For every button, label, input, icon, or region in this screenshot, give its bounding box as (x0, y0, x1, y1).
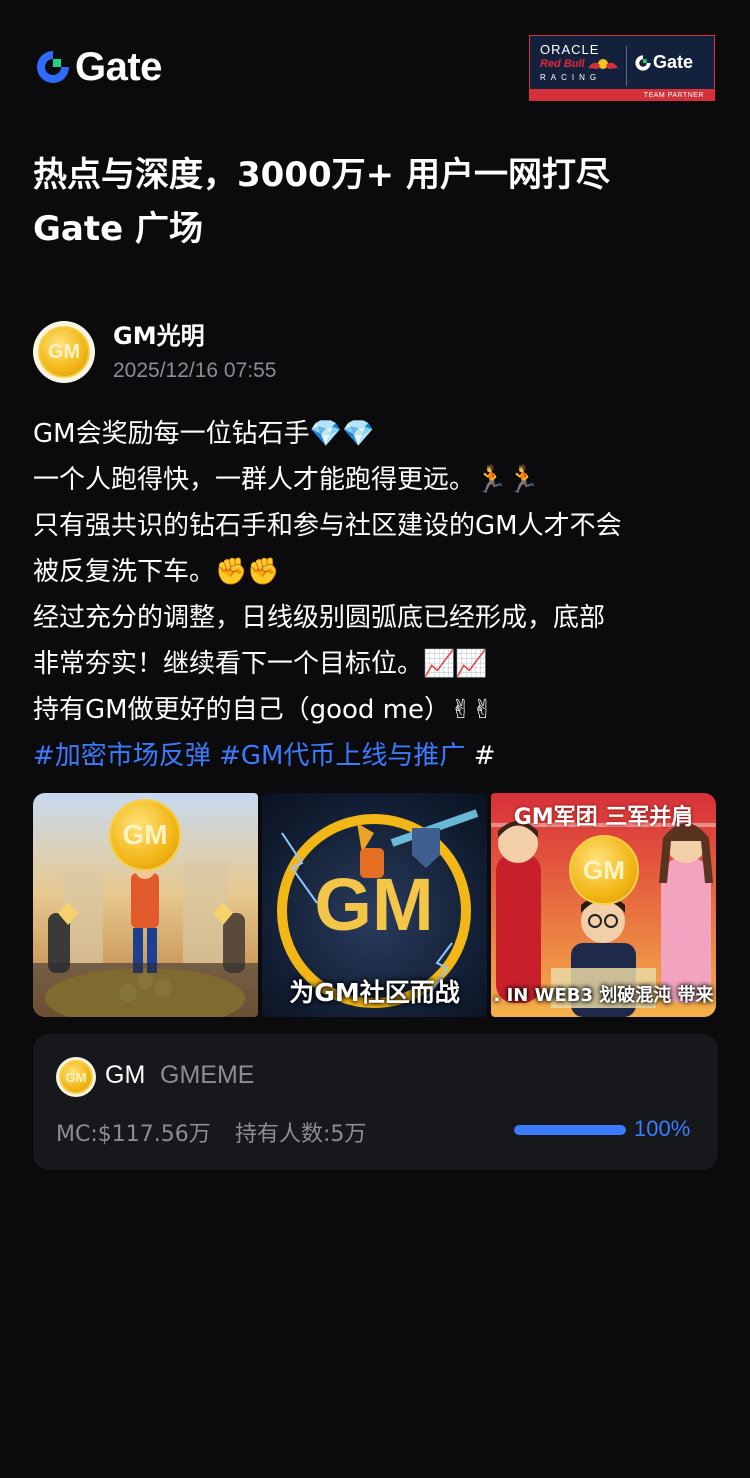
team-partner-badge[interactable]: ORACLE Red Bull RACING Gate TEAM PARTNER (529, 35, 715, 101)
post-image-3[interactable]: GM军团 三军并肩 GM . IN WEB3 划破混沌 带来 (491, 793, 716, 1017)
partner-gate-logo: Gate (634, 52, 693, 73)
post-content[interactable]: GM会奖励每一位钻石手💎💎 一个人跑得快，一群人才能跑得更远。🏃🏃 只有强共识的… (33, 411, 723, 779)
gm-coin-icon: GM (59, 1060, 93, 1094)
post-tags: #加密市场反弹 #GM代币上线与推广 # (33, 733, 723, 779)
post-line: 被反复洗下车。✊✊ (33, 557, 280, 587)
post-author[interactable]: GM GM光明 2025/12/16 07:55 (33, 320, 723, 386)
token-avatar: GM (56, 1057, 96, 1097)
post-line: 持有GM做更好的自己（good me）✌✌ (33, 695, 494, 725)
token-symbol: GM (105, 1061, 146, 1089)
post-image-1[interactable]: GM (33, 793, 258, 1017)
post-line: 一个人跑得快，一群人才能跑得更远。🏃🏃 (33, 465, 540, 495)
avatar[interactable]: GM (33, 321, 95, 383)
token-market-cap: MC:$117.56万 (56, 1122, 211, 1147)
token-progress-fill (514, 1125, 626, 1135)
gm-coin-icon: GM (109, 799, 181, 871)
gm-logo-text: GM (314, 863, 434, 946)
image-caption: . IN WEB3 划破混沌 带来 (493, 985, 714, 1006)
image-caption: 为GM社区而战 (289, 978, 460, 1007)
partner-divider (626, 46, 627, 86)
partner-line-racing: RACING (540, 73, 602, 82)
post-line: 非常夯实！继续看下一个目标位。📈📈 (33, 649, 488, 679)
gm-coin-icon: GM (569, 835, 639, 905)
hashtag-trailing[interactable]: # (474, 741, 496, 771)
partner-line-oracle: ORACLE (540, 42, 600, 57)
partner-footer-text: TEAM PARTNER (643, 92, 704, 99)
post-image-2[interactable]: GM 为GM社区而战 (262, 793, 487, 1017)
post-line: GM会奖励每一位钻石手💎💎 (33, 419, 375, 449)
hashtag-link[interactable]: #GM代币上线与推广 (219, 741, 465, 771)
token-progress-bar (514, 1125, 626, 1135)
token-card[interactable]: GM GM GMEME MC:$117.56万 持有人数:5万 100% (33, 1034, 718, 1170)
page-headline: 热点与深度，3000万+ 用户一网打尽 Gate 广场 (33, 148, 723, 256)
token-holders: 持有人数:5万 (235, 1122, 367, 1147)
logo-text: Gate (75, 45, 162, 89)
gate-mini-icon (635, 54, 651, 71)
image-top-caption: GM军团 三军并肩 (513, 805, 694, 830)
author-name[interactable]: GM光明 (113, 320, 205, 352)
gate-logo-icon (37, 51, 69, 83)
gm-coin-icon: GM (38, 326, 90, 378)
redbull-bulls-icon (588, 59, 618, 69)
partner-gate-text: Gate (653, 52, 694, 72)
hashtag-link[interactable]: #加密市场反弹 (33, 741, 211, 771)
headline-line-1: 热点与深度，3000万+ 用户一网打尽 (33, 155, 610, 195)
post-line: 经过充分的调整，日线级别圆弧底已经形成，底部 (33, 603, 606, 633)
post-timestamp: 2025/12/16 07:55 (113, 359, 277, 382)
partner-line-redbull: Red Bull (540, 58, 585, 70)
token-progress-label: 100% (634, 1116, 691, 1141)
app-header: Gate ORACLE Red Bull RACING Gate TEAM PA… (0, 0, 750, 110)
headline-line-2: Gate 广场 (33, 209, 203, 249)
gate-logo[interactable]: Gate (34, 45, 162, 89)
post-image-gallery: GM GM 为GM社区而战 GM军团 三军并肩 GM . IN WEB3 划破混… (33, 793, 717, 1017)
post-line: 只有强共识的钻石手和参与社区建设的GM人才不会 (33, 511, 622, 541)
token-name: GMEME (160, 1061, 255, 1089)
